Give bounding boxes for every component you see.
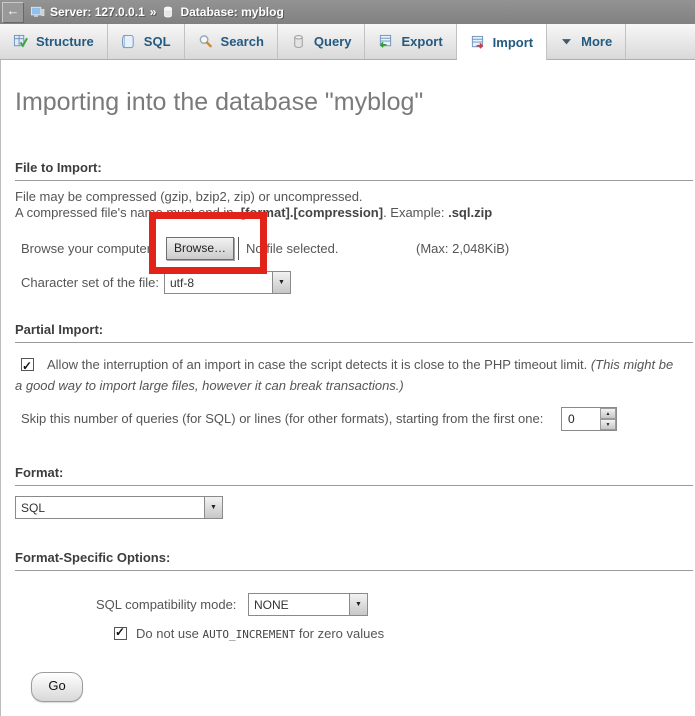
tab-label: Import xyxy=(493,35,533,50)
search-icon xyxy=(198,34,213,49)
import-icon xyxy=(470,35,485,50)
format-select-value: SQL xyxy=(16,497,204,518)
format-select-arrow-icon[interactable]: ▼ xyxy=(204,497,222,518)
phpmyadmin-import-page: ← Server: 127.0.0.1 » Database: myblog xyxy=(0,0,695,716)
tab-export[interactable]: Export xyxy=(365,24,456,59)
export-icon xyxy=(378,34,393,49)
charset-select-value: utf-8 xyxy=(165,272,272,293)
skip-queries-value: 0 xyxy=(562,408,600,430)
go-button[interactable]: Go xyxy=(31,672,83,702)
structure-icon xyxy=(13,34,28,49)
breadcrumb-server[interactable]: Server: 127.0.0.1 xyxy=(50,5,145,19)
sql-compatibility-label: SQL compatibility mode: xyxy=(96,597,236,612)
auto-increment-row: Do not use AUTO_INCREMENT for zero value… xyxy=(114,626,384,641)
stepper-down-icon[interactable]: ▼ xyxy=(600,419,616,430)
breadcrumb: Server: 127.0.0.1 » Database: myblog xyxy=(30,0,284,24)
breadcrumb-separator: » xyxy=(150,5,157,19)
chevron-down-icon xyxy=(560,35,573,48)
charset-select-arrow-icon[interactable]: ▼ xyxy=(272,272,290,293)
page-title: Importing into the database "myblog" xyxy=(15,88,423,117)
charset-select[interactable]: utf-8 ▼ xyxy=(164,271,291,294)
compression-info-line1: File may be compressed (gzip, bzip2, zip… xyxy=(15,189,363,204)
tab-query[interactable]: Query xyxy=(278,24,366,59)
breadcrumb-bar: ← Server: 127.0.0.1 » Database: myblog xyxy=(0,0,695,24)
section-heading-format-options: Format-Specific Options: xyxy=(15,550,693,571)
sql-compatibility-value: NONE xyxy=(249,594,349,615)
tab-bar: Structure SQL Search Query xyxy=(0,24,695,60)
no-file-selected-text: No file selected. xyxy=(246,241,339,256)
tab-label: SQL xyxy=(144,34,171,49)
charset-label: Character set of the file: xyxy=(21,275,159,290)
section-heading-partial-import: Partial Import: xyxy=(15,322,693,343)
auto-increment-code: AUTO_INCREMENT xyxy=(203,628,296,641)
format-select[interactable]: SQL ▼ xyxy=(15,496,223,519)
tab-import[interactable]: Import xyxy=(457,24,547,60)
allow-interruption-row: Allow the interruption of an import in c… xyxy=(15,354,683,396)
back-button[interactable]: ← xyxy=(2,2,24,23)
skip-queries-stepper[interactable]: 0 ▲ ▼ xyxy=(561,407,617,431)
tab-label: More xyxy=(581,34,612,49)
tab-label: Search xyxy=(221,34,264,49)
query-icon xyxy=(291,34,306,49)
tab-label: Structure xyxy=(36,34,94,49)
section-heading-file-to-import: File to Import: xyxy=(15,160,693,181)
browse-computer-label: Browse your computer: xyxy=(21,241,155,256)
file-input-caret xyxy=(238,237,239,260)
sql-compatibility-arrow-icon[interactable]: ▼ xyxy=(349,594,367,615)
auto-increment-checkbox-checked[interactable] xyxy=(114,627,127,640)
database-icon xyxy=(161,5,175,19)
skip-queries-label: Skip this number of queries (for SQL) or… xyxy=(21,411,543,426)
auto-increment-label-prefix: Do not use xyxy=(136,626,203,641)
tab-label: Query xyxy=(314,34,352,49)
allow-interruption-checkbox-checked[interactable] xyxy=(21,358,34,371)
tab-search[interactable]: Search xyxy=(185,24,278,59)
compression-info-line2: A compressed file's name must end in .[f… xyxy=(15,205,492,220)
main-content: Importing into the database "myblog" Fil… xyxy=(0,60,695,716)
tab-sql[interactable]: SQL xyxy=(108,24,185,59)
breadcrumb-database[interactable]: Database: myblog xyxy=(180,5,283,19)
max-size-note: (Max: 2,048KiB) xyxy=(416,241,509,256)
stepper-up-icon[interactable]: ▲ xyxy=(600,408,616,419)
tab-more[interactable]: More xyxy=(547,24,626,59)
tab-structure[interactable]: Structure xyxy=(0,24,108,59)
server-icon xyxy=(30,5,45,20)
allow-interruption-label: Allow the interruption of an import in c… xyxy=(47,357,591,372)
tab-label: Export xyxy=(401,34,442,49)
sql-compatibility-select[interactable]: NONE ▼ xyxy=(248,593,368,616)
sql-icon xyxy=(121,34,136,49)
auto-increment-label-suffix: for zero values xyxy=(295,626,384,641)
browse-button[interactable]: Browse… xyxy=(166,237,234,260)
section-heading-format: Format: xyxy=(15,465,693,486)
